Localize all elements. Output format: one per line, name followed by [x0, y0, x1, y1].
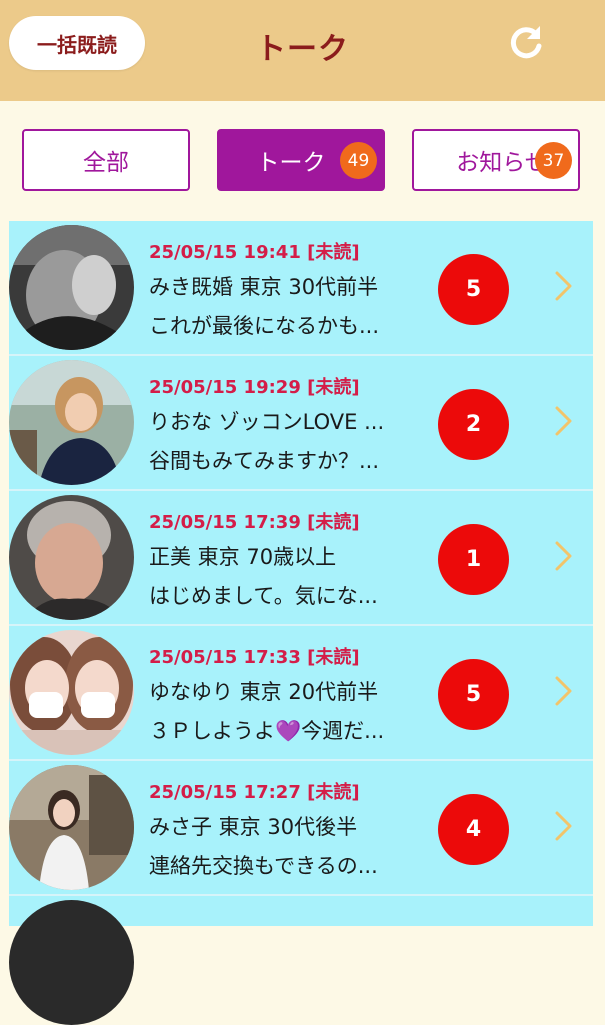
chevron-right-icon — [555, 541, 572, 571]
message-row[interactable]: 25/05/15 19:29 [未読] りおな ゾッコンLOVE ... 谷間も… — [9, 356, 593, 491]
avatar — [9, 495, 134, 620]
tab-notices[interactable]: お知らせ 37 — [412, 129, 580, 191]
avatar — [9, 765, 134, 890]
avatar — [9, 360, 134, 485]
unread-count-badge: 5 — [438, 659, 509, 730]
unread-status: [未読] — [307, 647, 360, 668]
message-preview: これが最後になるかも... — [149, 314, 380, 338]
unread-count-badge: 1 — [438, 524, 509, 595]
message-preview: 谷間もみてみますか？... — [149, 449, 380, 473]
tab-bar: 全部 トーク 49 お知らせ 37 — [0, 101, 605, 219]
tab-talk-badge: 49 — [340, 142, 377, 179]
sender-name: りおな ゾッコンLOVE ... — [149, 410, 385, 434]
message-preview: ３Ｐしようよ💜今週だ... — [149, 719, 385, 743]
chevron-right-icon — [555, 406, 572, 436]
unread-status: [未読] — [307, 782, 360, 803]
message-preview: はじめまして。気にな... — [149, 584, 378, 608]
refresh-button[interactable] — [505, 22, 547, 64]
unread-count-badge: 4 — [438, 794, 509, 865]
tab-all[interactable]: 全部 — [22, 129, 190, 191]
sender-name: みさ子 東京 30代後半 — [149, 815, 358, 839]
tab-talk[interactable]: トーク 49 — [217, 129, 385, 191]
chevron-right-icon — [555, 676, 572, 706]
chevron-right-icon — [555, 811, 572, 841]
message-row[interactable]: 25/05/15 17:39 [未読] 正美 東京 70歳以上 はじめまして。気… — [9, 491, 593, 626]
message-row[interactable]: 25/05/15 17:27 [未読] みさ子 東京 30代後半 連絡先交換もで… — [9, 761, 593, 896]
unread-status: [未読] — [307, 377, 360, 398]
unread-status: [未読] — [307, 242, 360, 263]
sender-name: 正美 東京 70歳以上 — [149, 545, 337, 569]
tab-talk-label: トーク — [256, 150, 326, 176]
refresh-icon — [510, 26, 542, 59]
message-timestamp: 25/05/15 17:33 [未読] — [149, 647, 360, 668]
chevron-right-icon — [555, 271, 572, 301]
unread-count-badge: 5 — [438, 254, 509, 325]
sender-name: ゆなゆり 東京 20代前半 — [149, 680, 379, 704]
message-row[interactable] — [9, 896, 593, 1025]
avatar — [9, 225, 134, 350]
message-timestamp: 25/05/15 17:39 [未読] — [149, 512, 360, 533]
header-bar: 一括既読 トーク — [0, 0, 605, 101]
sender-name: みき既婚 東京 30代前半 — [149, 275, 379, 299]
avatar — [9, 630, 134, 755]
message-list: 25/05/15 19:41 [未読] みき既婚 東京 30代前半 これが最後に… — [9, 221, 593, 1025]
avatar — [9, 900, 134, 1025]
tab-notices-badge: 37 — [535, 142, 572, 179]
tab-all-label: 全部 — [83, 150, 129, 176]
message-row[interactable]: 25/05/15 19:41 [未読] みき既婚 東京 30代前半 これが最後に… — [9, 221, 593, 356]
message-timestamp: 25/05/15 17:27 [未読] — [149, 782, 360, 803]
message-timestamp: 25/05/15 19:29 [未読] — [149, 377, 360, 398]
unread-count-badge: 2 — [438, 389, 509, 460]
unread-status: [未読] — [307, 512, 360, 533]
message-preview: 連絡先交換もできるの... — [149, 854, 378, 878]
message-row[interactable]: 25/05/15 17:33 [未読] ゆなゆり 東京 20代前半 ３Ｐしようよ… — [9, 626, 593, 761]
message-timestamp: 25/05/15 19:41 [未読] — [149, 242, 360, 263]
